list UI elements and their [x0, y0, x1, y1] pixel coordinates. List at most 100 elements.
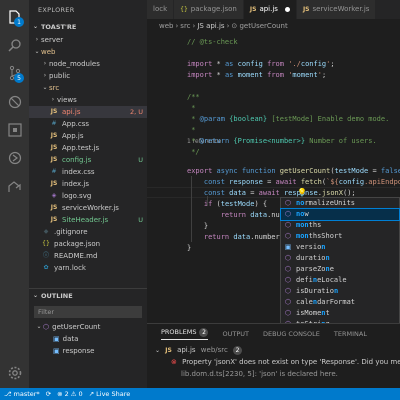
problem-related-text: lib.dom.d.ts[2230, 5]: 'json' is declare… [181, 370, 338, 378]
problems-indicator[interactable]: ⊗ 2 ⚠ 0 [57, 390, 83, 398]
code-line: */ [187, 148, 200, 156]
tree-item-label: App.js [62, 132, 84, 140]
panel-tab-debug-console[interactable]: DEBUG CONSOLE [263, 330, 320, 338]
suggest-item[interactable]: ⬡ normalizeUnits [281, 198, 399, 209]
breadcrumb-item[interactable]: web [159, 22, 173, 30]
variable-symbol-icon: ▣ [53, 335, 60, 343]
tab-label: package.json [190, 5, 237, 13]
git-status-badge: U [138, 216, 143, 224]
panel-tab-label: PROBLEMS [161, 328, 197, 336]
tree-item[interactable]: # index.css [29, 166, 147, 178]
file-tree: › server ⌄ web › node_modules › public ⌄ src › view… [29, 34, 147, 274]
tree-item[interactable]: ⌄ src [29, 82, 147, 94]
suggest-item-label: calendarFormat [296, 298, 356, 306]
git-status-badge: 2, U [129, 108, 143, 116]
suggest-item-label: months [296, 221, 322, 229]
tree-item[interactable]: # App.css [29, 118, 147, 130]
tree-item[interactable]: ◈ logo.svg [29, 190, 147, 202]
outline-filter-input[interactable]: Filter [34, 306, 142, 318]
tree-item[interactable]: JS App.js [29, 130, 147, 142]
tree-item[interactable]: JS serviceWorker.js [29, 202, 147, 214]
debug-icon[interactable] [0, 87, 29, 116]
editor-tabs: lock{} package.json JS api.js JS serviceWorke… [147, 0, 400, 19]
branch-name: master* [13, 390, 40, 398]
problem-error-row[interactable]: ⊗ Property 'jsonX' does not exist on typ… [147, 356, 400, 368]
suggest-item[interactable]: ⬡ months [281, 220, 399, 231]
tree-item-label: logo.svg [62, 192, 92, 200]
tree-item-label: SiteHeader.js [62, 216, 109, 224]
tree-item[interactable]: › node_modules [29, 58, 147, 70]
tree-item[interactable]: {} package.json [29, 238, 147, 250]
js-file-icon: JS [302, 6, 310, 13]
suggest-item[interactable]: ⬡ isMoment [281, 308, 399, 319]
suggest-item[interactable]: ⬡ duration [281, 253, 399, 264]
code-line: * [187, 104, 196, 112]
tree-item[interactable]: ⌄ web [29, 46, 147, 58]
outline-item[interactable]: ▣ response [29, 345, 147, 357]
code-line: } [187, 244, 192, 252]
panel-tab-terminal[interactable]: TERMINAL [334, 330, 367, 338]
tree-item[interactable]: ✿ yarn.lock [29, 262, 147, 274]
search-icon[interactable] [0, 30, 29, 59]
branch-icon: ⎇ [4, 390, 12, 398]
outline-item[interactable]: ▣ data [29, 333, 147, 345]
tab-package-json[interactable]: {} package.json [174, 0, 244, 19]
breadcrumb-item[interactable]: JS api.js [197, 22, 224, 30]
suggest-item[interactable]: ⬡ defineLocale [281, 275, 399, 286]
tree-item-label: server [41, 36, 64, 44]
suggest-item[interactable]: ⬡ now [280, 208, 400, 221]
suggest-item[interactable]: ⬡ calendarFormat [281, 297, 399, 308]
problems-file-row[interactable]: ⌄ JS api.js web/src 2 [147, 344, 400, 356]
tree-item-label: public [49, 72, 71, 80]
extensions-icon[interactable] [0, 115, 29, 144]
suggest-item[interactable]: ⬡ isDuration [281, 286, 399, 297]
tree-item[interactable]: JS SiteHeader.js U [29, 214, 147, 226]
outline-item[interactable]: ⌄ ⬡ getUserCount [29, 321, 147, 333]
gear-icon[interactable] [0, 358, 29, 387]
lightbulb-icon[interactable]: 💡 [297, 188, 307, 197]
problem-related-row[interactable]: lib.dom.d.ts[2230, 5]: 'json' is declare… [147, 368, 400, 380]
tree-item-label: node_modules [49, 60, 100, 68]
source-control-icon[interactable]: 5 [0, 58, 29, 87]
method-symbol-icon: ⬡ [284, 287, 292, 295]
unsaved-dot-icon[interactable] [284, 7, 290, 12]
remote-icon[interactable] [0, 143, 29, 172]
chevron-down-icon: ⌄ [34, 48, 40, 55]
outline-section-header[interactable]: ⌄ OUTLINE [29, 289, 147, 303]
tab-api-js[interactable]: JS api.js [243, 0, 297, 19]
tab-lock[interactable]: lock [147, 0, 175, 19]
tree-item[interactable]: › public [29, 70, 147, 82]
js-file-icon: JS [50, 144, 58, 151]
suggest-item[interactable]: ⬡ monthsShort [281, 231, 399, 242]
tree-item[interactable]: ⓘ README.md [29, 250, 147, 262]
sync-button[interactable]: ⟳ [46, 390, 51, 398]
method-symbol-icon: ⬡ [284, 276, 292, 284]
code-line: return data.numberS [203, 233, 284, 241]
live-share-label: Live Share [96, 390, 131, 398]
live-share-icon: ↗ [88, 390, 95, 398]
js-file-icon: JS [50, 156, 58, 163]
tree-item[interactable]: JS api.js 2, U [29, 106, 147, 118]
tree-item[interactable]: JS App.test.js [29, 142, 147, 154]
tab-serviceworker-js[interactable]: JS serviceWorker.js [296, 0, 377, 19]
problems-file-path: web/src [200, 346, 228, 354]
files-icon[interactable]: 1 [0, 2, 29, 31]
tree-item[interactable]: ◆ .gitignore [29, 226, 147, 238]
suggest-item-label: monthsShort [296, 232, 343, 240]
suggest-item-label: version [296, 243, 326, 251]
live-share-status[interactable]: ↗ Live Share [89, 390, 131, 398]
breadcrumb-item[interactable]: ⊙ getUserCount [231, 22, 287, 30]
panel-tab-problems[interactable]: PROBLEMS 2 [161, 328, 209, 340]
branch-indicator[interactable]: ⎇ master* [4, 390, 40, 398]
tree-item[interactable]: JS config.js U [29, 154, 147, 166]
suggest-item[interactable]: ▣ version [281, 242, 399, 253]
tree-item[interactable]: › server [29, 34, 147, 46]
panel-tab-output[interactable]: OUTPUT [222, 330, 249, 338]
suggest-item[interactable]: ⬡ parseZone [281, 264, 399, 275]
workspace-section-header[interactable]: ⌄ TOAST'RE [29, 20, 147, 34]
tree-item[interactable]: JS index.js [29, 178, 147, 190]
live-share-icon[interactable] [0, 172, 29, 201]
breadcrumb-item[interactable]: src [180, 22, 190, 30]
tree-item[interactable]: › views [29, 94, 147, 106]
tree-item-label: App.css [62, 120, 90, 128]
